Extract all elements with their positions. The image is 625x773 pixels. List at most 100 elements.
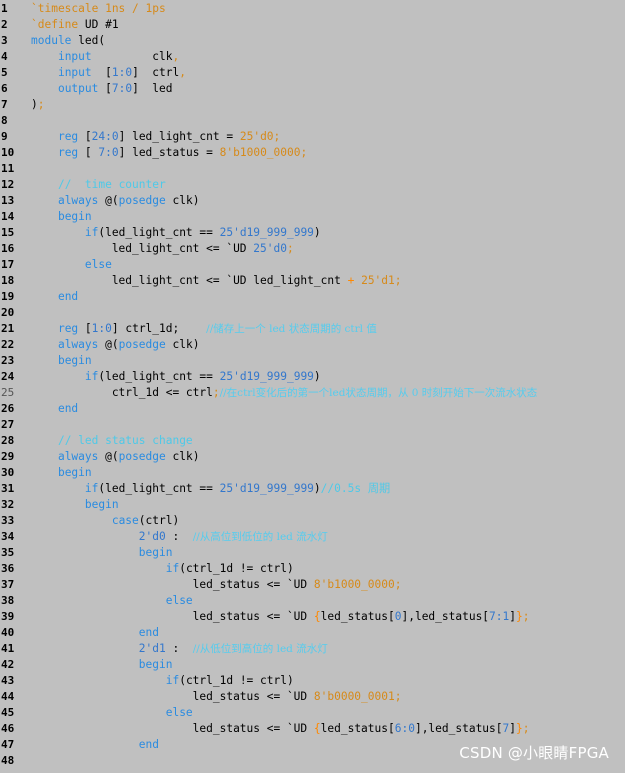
code-token: //储存上一个 led 状态周期的 ctrl 值 <box>206 323 377 335</box>
code-line[interactable]: 24 if(led_light_cnt == 25'd19_999_999) <box>0 369 625 385</box>
code-token: : <box>165 530 193 543</box>
code-line[interactable]: 16 led_light_cnt <= `UD 25'd0; <box>0 241 625 257</box>
code-line[interactable]: 4 input clk, <box>0 49 625 65</box>
line-text: else <box>31 593 193 609</box>
code-line[interactable]: 8 <box>0 113 625 129</box>
code-line[interactable]: 40 end <box>0 625 625 641</box>
code-token: begin <box>57 210 92 223</box>
code-line[interactable]: 11 <box>0 161 625 177</box>
code-line[interactable]: 12 // time counter <box>0 177 625 193</box>
code-line[interactable]: 2 `define UD #1 <box>0 17 625 33</box>
code-lines: 1 `timescale 1ns / 1ps 2 `define UD #1 3 modu… <box>0 1 625 769</box>
code-token: 24:0 <box>91 130 119 143</box>
code-token: 25'd0; <box>239 130 281 143</box>
code-line[interactable]: 15 if(led_light_cnt == 25'd19_999_999) <box>0 225 625 241</box>
code-token: end <box>138 738 159 751</box>
code-token: [ <box>91 66 112 79</box>
code-line[interactable]: 38 else <box>0 593 625 609</box>
code-line[interactable]: 43 if(ctrl_1d != ctrl) <box>0 673 625 689</box>
code-line[interactable]: 27 <box>0 417 625 433</box>
code-line[interactable]: 10 reg [ 7:0] led_status = 8'b1000_0000; <box>0 145 625 161</box>
code-line[interactable]: 29 always @(posedge clk) <box>0 449 625 465</box>
code-line[interactable]: 33 case(ctrl) <box>0 513 625 529</box>
code-token: if <box>84 226 99 239</box>
code-line[interactable]: 19 end <box>0 289 625 305</box>
code-token: begin <box>138 546 173 559</box>
code-token: { <box>313 610 321 623</box>
code-line[interactable]: 44 led_status <= `UD 8'b0000_0001; <box>0 689 625 705</box>
line-text: reg [1:0] ctrl_1d; //储存上一个 led 状态周期的 ctr… <box>31 321 377 337</box>
line-text: end <box>31 401 78 417</box>
code-token: begin <box>84 498 119 511</box>
code-line[interactable]: 23 begin <box>0 353 625 369</box>
line-number: 18 <box>1 274 15 287</box>
code-line[interactable]: 17 else <box>0 257 625 273</box>
code-token: begin <box>138 658 173 671</box>
line-number: 21 <box>1 322 15 335</box>
line-number: 6 <box>1 82 8 95</box>
code-line[interactable]: 9 reg [24:0] led_light_cnt = 25'd0; <box>0 129 625 145</box>
code-token: case <box>111 514 139 527</box>
code-line[interactable]: 13 always @(posedge clk) <box>0 193 625 209</box>
code-token: `timescale 1ns / 1ps <box>31 2 166 15</box>
code-line[interactable]: 36 if(ctrl_1d != ctrl) <box>0 561 625 577</box>
code-token: 25'd19_999_999 <box>219 370 314 383</box>
code-line[interactable]: 25 ctrl_1d <= ctrl;//在ctrl变化后的第一个led状态周期… <box>0 385 625 401</box>
code-line[interactable]: 39 led_status <= `UD {led_status[0],led_… <box>0 609 625 625</box>
code-line[interactable]: 18 led_light_cnt <= `UD led_light_cnt + … <box>0 273 625 289</box>
code-token: led_light_cnt <= `UD led_light_cnt <box>31 274 348 287</box>
code-line[interactable]: 31 if(led_light_cnt == 25'd19_999_999)//… <box>0 481 625 497</box>
code-line[interactable]: 21 reg [1:0] ctrl_1d; //储存上一个 led 状态周期的 … <box>0 321 625 337</box>
code-line[interactable]: 42 begin <box>0 657 625 673</box>
code-line[interactable]: 5 input [1:0] ctrl, <box>0 65 625 81</box>
code-token: reg <box>57 146 79 159</box>
code-line[interactable]: 22 always @(posedge clk) <box>0 337 625 353</box>
code-line[interactable]: 41 2'd1 : //从低位到高位的 led 流水灯 <box>0 641 625 657</box>
code-token: input <box>57 50 92 63</box>
code-line[interactable]: 32 begin <box>0 497 625 513</box>
code-token: ] led_status = <box>118 146 220 159</box>
code-line[interactable]: 45 else <box>0 705 625 721</box>
code-token: } <box>516 722 523 735</box>
line-number: 10 <box>1 146 15 159</box>
line-number: 32 <box>1 498 15 511</box>
code-line[interactable]: 35 begin <box>0 545 625 561</box>
code-line[interactable]: 14 begin <box>0 209 625 225</box>
code-line[interactable]: 6 output [7:0] led <box>0 81 625 97</box>
code-line[interactable]: 37 led_status <= `UD 8'b1000_0000; <box>0 577 625 593</box>
code-line[interactable]: 28 // led status change <box>0 433 625 449</box>
line-number: 44 <box>1 690 15 703</box>
line-number: 27 <box>1 418 15 431</box>
code-line[interactable]: 3 module led( <box>0 33 625 49</box>
code-token: @( <box>98 450 119 463</box>
code-token: , <box>172 50 180 63</box>
code-token: 2'd0 <box>138 530 166 543</box>
line-text: `timescale 1ns / 1ps <box>31 1 166 17</box>
code-editor[interactable]: 1 `timescale 1ns / 1ps 2 `define UD #1 3 modu… <box>0 0 625 773</box>
code-line[interactable]: 26 end <box>0 401 625 417</box>
code-token: if <box>165 674 180 687</box>
code-line[interactable]: 34 2'd0 : //从高位到低位的 led 流水灯 <box>0 529 625 545</box>
code-line[interactable]: 30 begin <box>0 465 625 481</box>
code-line[interactable]: 20 <box>0 305 625 321</box>
line-text: input clk, <box>31 49 179 65</box>
code-line[interactable]: 46 led_status <= `UD {led_status[6:0],le… <box>0 721 625 737</box>
line-text: reg [ 7:0] led_status = 8'b1000_0000; <box>31 145 307 161</box>
code-token: @( <box>98 194 119 207</box>
code-token: UD #1 <box>78 18 119 31</box>
line-text: begin <box>31 353 92 369</box>
code-token: ; <box>212 386 220 399</box>
line-number: 23 <box>1 354 15 367</box>
code-line[interactable]: 7); <box>0 97 625 113</box>
code-line[interactable]: 1 `timescale 1ns / 1ps <box>0 1 625 17</box>
